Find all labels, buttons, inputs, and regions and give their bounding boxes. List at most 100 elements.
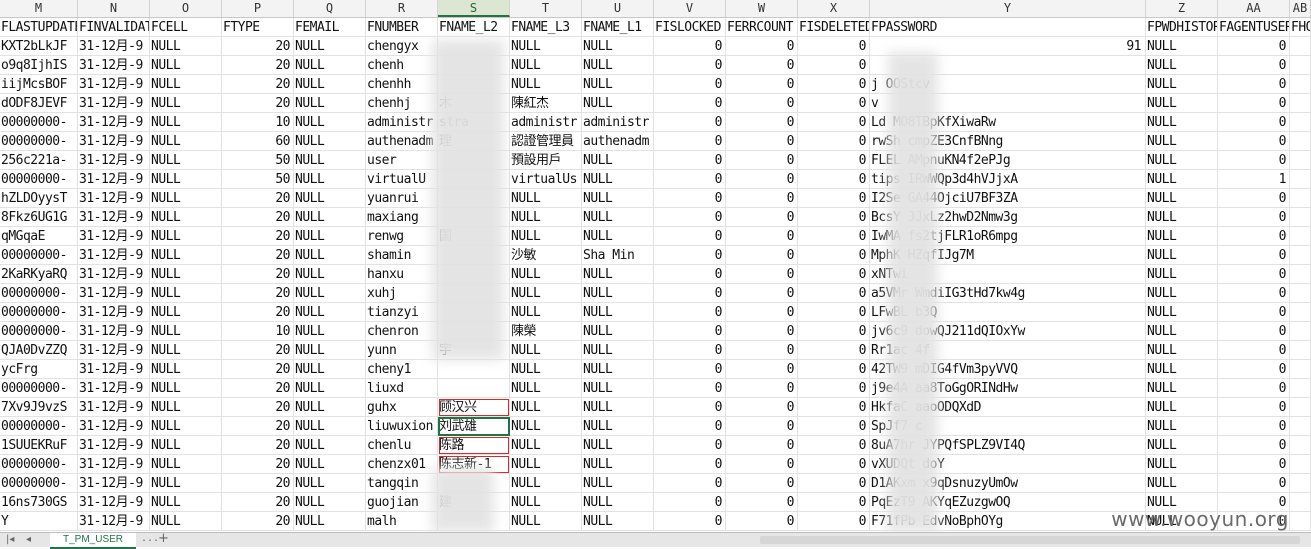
- table-cell[interactable]: 00000000-: [0, 284, 78, 303]
- table-cell[interactable]: [1290, 398, 1311, 417]
- table-cell[interactable]: administr: [510, 113, 582, 132]
- table-cell[interactable]: 0: [654, 94, 726, 113]
- table-cell[interactable]: NULL: [150, 94, 222, 113]
- table-cell[interactable]: 31-12月-9: [78, 493, 150, 512]
- table-cell[interactable]: [438, 37, 510, 56]
- table-cell[interactable]: NULL: [1146, 246, 1218, 265]
- table-cell[interactable]: HkfaC aaoODQXdD: [870, 398, 1146, 417]
- table-cell[interactable]: 0: [798, 322, 870, 341]
- table-cell[interactable]: j9e4A aa8ToGgORINdHw: [870, 379, 1146, 398]
- table-cell[interactable]: F71fPb EdvNoBphOYg: [870, 512, 1146, 531]
- column-header-q[interactable]: Q: [294, 0, 366, 17]
- table-cell[interactable]: [1290, 360, 1311, 379]
- table-cell[interactable]: NULL: [510, 189, 582, 208]
- table-cell[interactable]: 0: [654, 322, 726, 341]
- table-cell[interactable]: 20: [222, 474, 294, 493]
- table-cell[interactable]: NULL: [150, 208, 222, 227]
- table-cell[interactable]: 0: [798, 75, 870, 94]
- table-cell[interactable]: 0: [798, 493, 870, 512]
- table-cell[interactable]: 0: [726, 322, 798, 341]
- table-cell[interactable]: NULL: [1146, 151, 1218, 170]
- horizontal-scrollbar[interactable]: [760, 536, 1300, 544]
- table-cell[interactable]: authenadm: [366, 132, 438, 151]
- table-cell[interactable]: 0: [654, 227, 726, 246]
- field-name-cell[interactable]: FNAME_L3: [510, 18, 582, 37]
- table-cell[interactable]: NULL: [582, 398, 654, 417]
- table-cell[interactable]: chengyx: [366, 37, 438, 56]
- table-cell[interactable]: NULL: [150, 56, 222, 75]
- table-cell[interactable]: tianzyi: [366, 303, 438, 322]
- table-cell[interactable]: 20: [222, 75, 294, 94]
- table-cell[interactable]: NULL: [1146, 379, 1218, 398]
- table-cell[interactable]: 31-12月-9: [78, 94, 150, 113]
- table-cell[interactable]: SpJf7 c: [870, 417, 1146, 436]
- table-cell[interactable]: 0: [654, 132, 726, 151]
- table-cell[interactable]: NULL: [510, 303, 582, 322]
- table-cell[interactable]: NULL: [582, 94, 654, 113]
- table-cell[interactable]: IwMA fs2tjFLR1oR6mpg: [870, 227, 1146, 246]
- column-header-y[interactable]: Y: [870, 0, 1146, 17]
- table-cell[interactable]: [438, 151, 510, 170]
- table-cell[interactable]: NULL: [1146, 455, 1218, 474]
- table-cell[interactable]: 0: [726, 94, 798, 113]
- column-header-r[interactable]: R: [366, 0, 438, 17]
- table-cell[interactable]: NULL: [582, 170, 654, 189]
- table-cell[interactable]: NULL: [1146, 170, 1218, 189]
- table-cell[interactable]: 0: [1218, 398, 1290, 417]
- table-cell[interactable]: 256c221a-: [0, 151, 78, 170]
- table-cell[interactable]: 0: [726, 455, 798, 474]
- table-cell[interactable]: 00000000-: [0, 303, 78, 322]
- table-cell[interactable]: [1290, 417, 1311, 436]
- table-cell[interactable]: 0: [1218, 303, 1290, 322]
- table-cell[interactable]: NULL: [294, 75, 366, 94]
- table-cell[interactable]: [438, 360, 510, 379]
- table-cell[interactable]: 0: [654, 284, 726, 303]
- table-cell[interactable]: 0: [726, 512, 798, 531]
- column-header-aa[interactable]: AA: [1218, 0, 1290, 17]
- table-cell[interactable]: 0: [654, 398, 726, 417]
- table-cell[interactable]: 31-12月-9: [78, 208, 150, 227]
- field-name-cell[interactable]: FCELL: [150, 18, 222, 37]
- table-cell[interactable]: LFwBL b3Q: [870, 303, 1146, 322]
- table-cell[interactable]: NULL: [582, 436, 654, 455]
- table-cell[interactable]: 0: [726, 170, 798, 189]
- table-cell[interactable]: 陳榮: [510, 322, 582, 341]
- table-cell[interactable]: 0: [798, 436, 870, 455]
- table-cell[interactable]: 0: [654, 246, 726, 265]
- table-cell[interactable]: NULL: [150, 341, 222, 360]
- table-cell[interactable]: 0: [654, 436, 726, 455]
- table-cell[interactable]: tangqin: [366, 474, 438, 493]
- table-cell[interactable]: tips IRWWQp3d4hVJjxA: [870, 170, 1146, 189]
- column-header-bar[interactable]: M N O P Q R S T U V W X Y Z AA AB: [0, 0, 1311, 18]
- table-cell[interactable]: 31-12月-9: [78, 37, 150, 56]
- table-cell[interactable]: 91: [870, 37, 1146, 56]
- table-cell[interactable]: NULL: [150, 170, 222, 189]
- table-cell[interactable]: FLEL AMpnuKN4f2ePJg: [870, 151, 1146, 170]
- table-cell[interactable]: NULL: [1146, 417, 1218, 436]
- column-header-v[interactable]: V: [654, 0, 726, 17]
- table-cell[interactable]: 7Xv9J9vzS: [0, 398, 78, 417]
- table-cell[interactable]: 0: [726, 151, 798, 170]
- field-name-cell[interactable]: FISDELETED: [798, 18, 870, 37]
- table-cell[interactable]: ycFrg: [0, 360, 78, 379]
- table-cell[interactable]: 0: [798, 208, 870, 227]
- table-cell[interactable]: [1290, 75, 1311, 94]
- table-cell[interactable]: 木: [438, 94, 510, 113]
- table-cell[interactable]: 0: [798, 303, 870, 322]
- table-cell[interactable]: 0: [798, 246, 870, 265]
- table-cell[interactable]: [438, 75, 510, 94]
- table-cell[interactable]: 31-12月-9: [78, 284, 150, 303]
- table-cell[interactable]: NULL: [150, 512, 222, 531]
- table-cell[interactable]: NULL: [510, 455, 582, 474]
- table-cell[interactable]: yuanrui: [366, 189, 438, 208]
- table-cell[interactable]: 31-12月-9: [78, 360, 150, 379]
- table-cell[interactable]: NULL: [150, 417, 222, 436]
- table-cell[interactable]: 31-12月-9: [78, 170, 150, 189]
- table-cell[interactable]: NULL: [510, 436, 582, 455]
- table-cell[interactable]: 0: [654, 303, 726, 322]
- table-cell[interactable]: NULL: [294, 398, 366, 417]
- table-cell[interactable]: [1290, 284, 1311, 303]
- table-cell[interactable]: 31-12月-9: [78, 303, 150, 322]
- table-cell[interactable]: 0: [1218, 246, 1290, 265]
- table-cell[interactable]: 31-12月-9: [78, 113, 150, 132]
